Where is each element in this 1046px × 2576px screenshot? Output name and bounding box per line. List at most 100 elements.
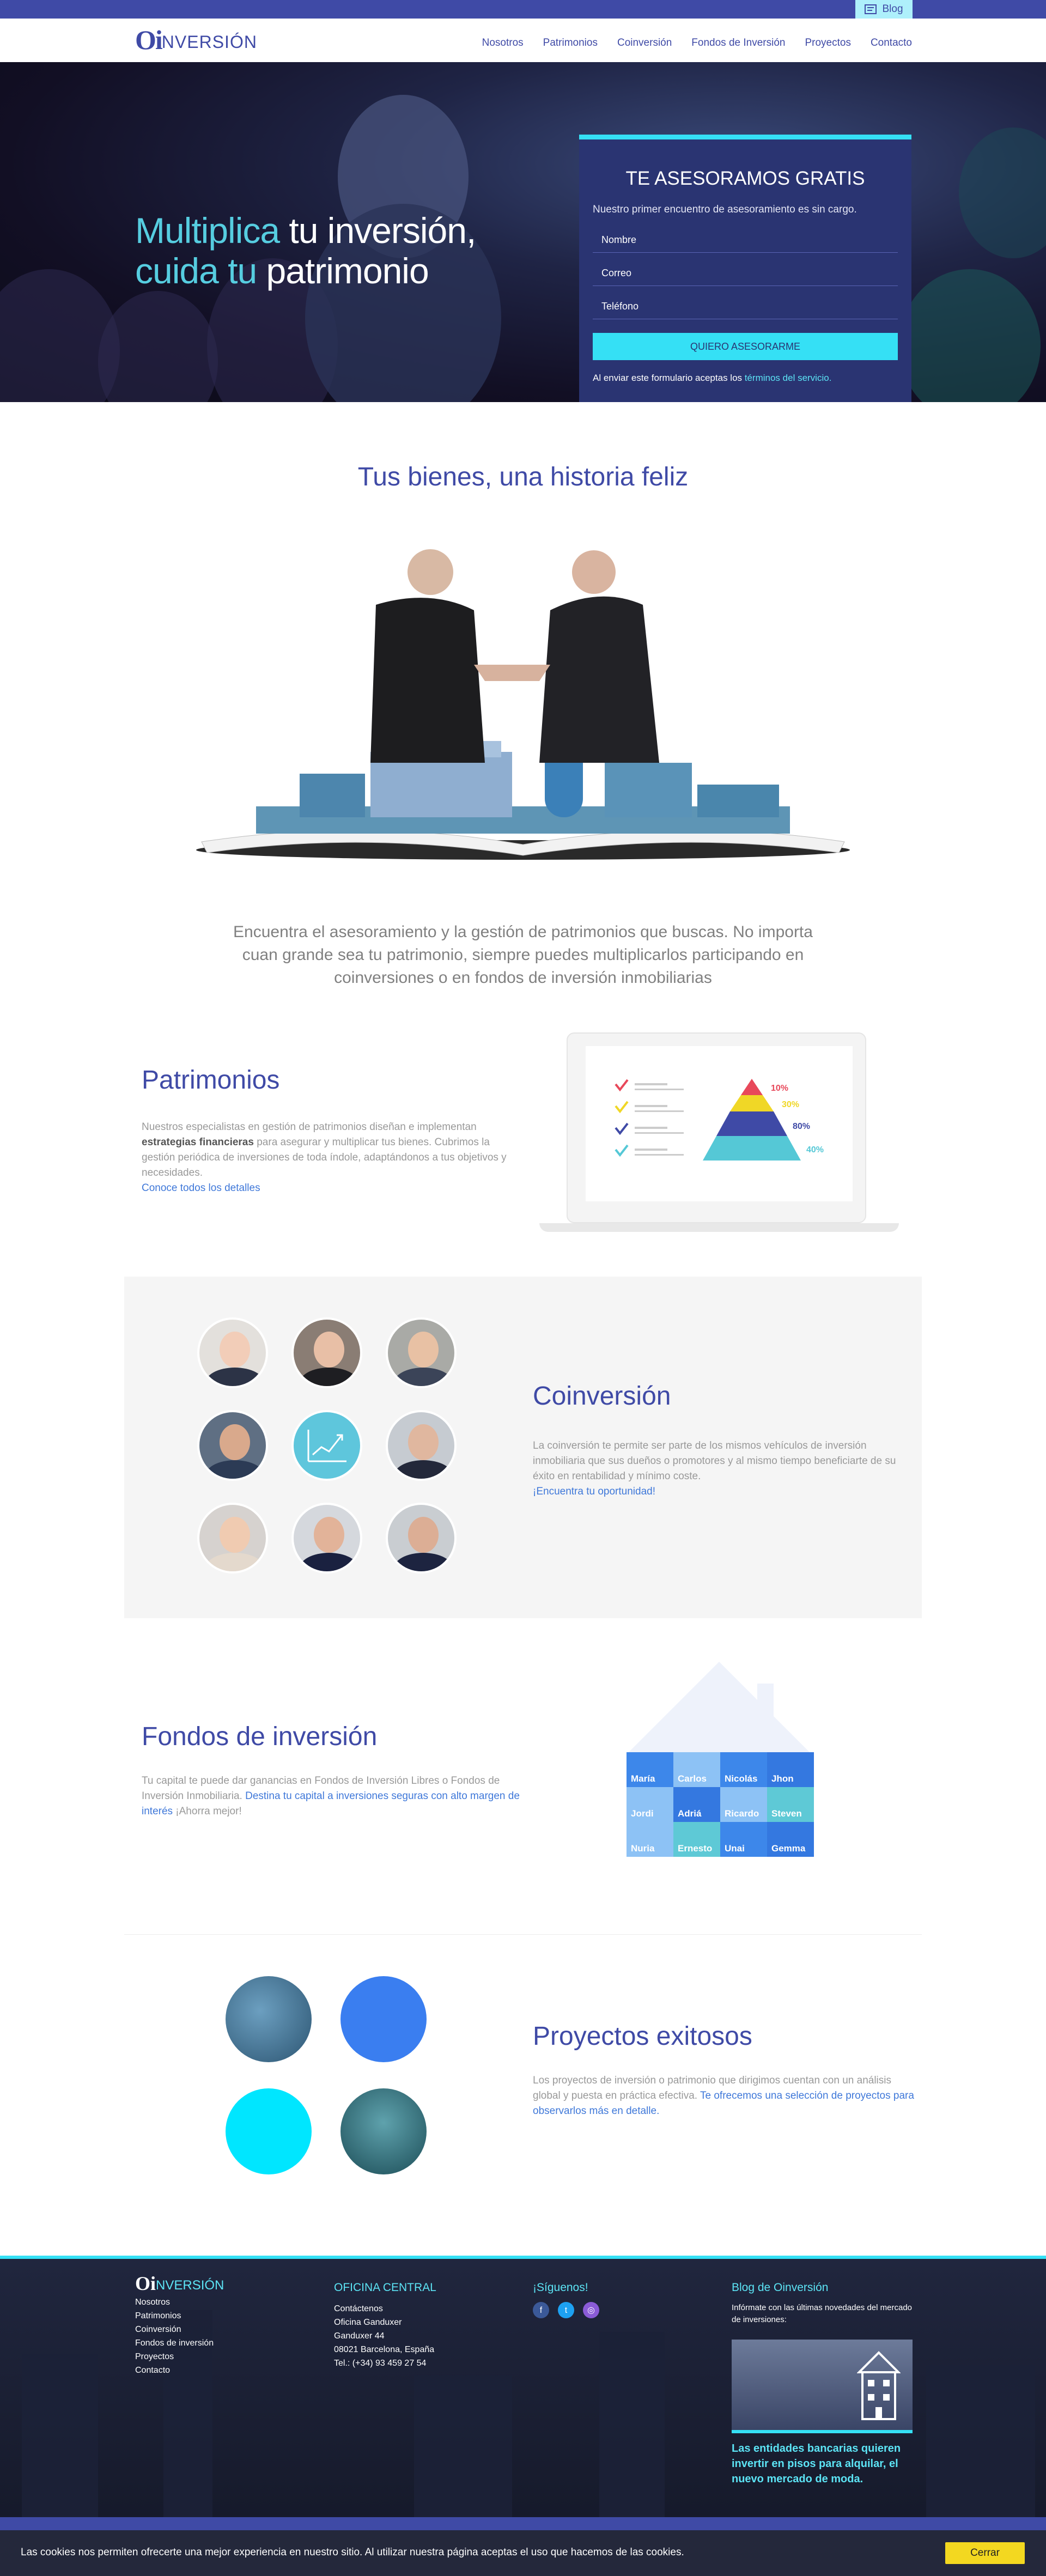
office-title: OFICINA CENTRAL (334, 2281, 436, 2294)
nav-fondos[interactable]: Fondos de Inversión (691, 37, 785, 49)
investor-cell: Gemma (767, 1822, 814, 1857)
legal-text: Al enviar este formulario aceptas los (593, 373, 745, 383)
blog-headline[interactable]: Las entidades bancarias quieren invertir… (732, 2441, 911, 2487)
nav-coinversion[interactable]: Coinversión (617, 37, 672, 49)
avatar (291, 1503, 362, 1573)
nav-contacto[interactable]: Contacto (871, 37, 912, 49)
form-legal: Al enviar este formulario aceptas los té… (593, 373, 831, 384)
footer-building-shape (926, 2365, 1035, 2517)
avatar (197, 1503, 268, 1573)
twitter-icon[interactable]: t (558, 2302, 574, 2318)
pyramid-chart: 10% 30% 80% 40% (615, 1079, 824, 1161)
footer-blog: Blog de Oinversión Infórmate con las últ… (732, 2281, 913, 2485)
handshake-illustration (196, 549, 850, 860)
project-image[interactable] (340, 2088, 427, 2174)
main-header: Oi NVERSIÓN Nosotros Patrimonios Coinver… (0, 19, 1046, 62)
footer-building-shape (414, 2375, 512, 2517)
facebook-icon[interactable]: f (533, 2302, 549, 2318)
footer-nav: Oi NVERSIÓN Nosotros Patrimonios Coinver… (135, 2273, 224, 2377)
patrimonios-title: Patrimonios (142, 1066, 280, 1095)
avatar (197, 1410, 268, 1481)
intro-text: Encuentra el asesoramiento y la gestión … (233, 923, 813, 987)
investor-cell: Ricardo (720, 1787, 767, 1822)
footer-link-coinversion[interactable]: Coinversión (135, 2323, 224, 2336)
investor-cell: Adriá (673, 1787, 720, 1822)
hero-crowd-shape (98, 291, 218, 402)
nav-nosotros[interactable]: Nosotros (482, 37, 524, 49)
instagram-icon[interactable]: ◎ (583, 2302, 599, 2318)
pyramid-label-2: 30% (782, 1100, 799, 1109)
office-line: Contáctenos (334, 2304, 383, 2313)
proyectos-text: Los proyectos de inversión o patrimonio … (533, 2073, 914, 2119)
footer-logo[interactable]: Oi NVERSIÓN (135, 2273, 224, 2294)
pyramid-label-1: 10% (771, 1084, 788, 1093)
phone-field[interactable]: Teléfono (593, 293, 898, 319)
logo[interactable]: Oi NVERSIÓN (135, 25, 257, 55)
footer-link-nosotros[interactable]: Nosotros (135, 2295, 224, 2309)
investor-grid: María Carlos Nicolás Jhon Jordi Adriá Ri… (627, 1752, 814, 1892)
office-line: Oficina Ganduxer (334, 2318, 402, 2327)
main-menu: Nosotros Patrimonios Coinversión Fondos … (482, 37, 912, 49)
nav-proyectos[interactable]: Proyectos (805, 37, 850, 49)
name-field[interactable]: Nombre (593, 227, 898, 253)
cookie-close-button[interactable]: Cerrar (945, 2542, 1025, 2564)
cookie-banner: Las cookies nos permiten ofrecerte una m… (0, 2517, 1046, 2576)
laptop-base (539, 1223, 899, 1232)
investor-cell: Jordi (627, 1787, 673, 1822)
blog-post-image[interactable] (732, 2340, 913, 2433)
blog-label: Blog (882, 3, 903, 15)
hero-crowd-shape (899, 269, 1041, 402)
blog-text: Infórmate con las últimas novedades del … (732, 2303, 913, 2324)
footer-building-shape (22, 2354, 98, 2517)
footer-link-proyectos[interactable]: Proyectos (135, 2350, 224, 2364)
investor-cell: Ernesto (673, 1822, 720, 1857)
coinversion-title: Coinversión (533, 1382, 671, 1411)
submit-button[interactable]: QUIERO ASESORARME (593, 333, 898, 360)
pyramid-label-3: 80% (793, 1122, 810, 1131)
chart-avatar (291, 1410, 362, 1481)
fondos-text: Tu capital te puede dar ganancias en Fon… (142, 1773, 523, 1819)
footer-link-patrimonios[interactable]: Patrimonios (135, 2309, 224, 2323)
nav-patrimonios[interactable]: Patrimonios (543, 37, 598, 49)
hero-line1-rest: tu inversión, (279, 210, 476, 251)
patrimonios-text: Nuestros especialistas en gestión de pat… (142, 1120, 512, 1196)
form-title: TE ASESORAMOS GRATIS (625, 168, 865, 189)
coinversion-link[interactable]: ¡Encuentra tu oportunidad! (533, 1486, 655, 1497)
investor-cell: Nicolás (720, 1752, 767, 1787)
cookie-text: Las cookies nos permiten ofrecerte una m… (21, 2547, 684, 2558)
hero-line1-accent: Multiplica (135, 210, 280, 251)
hero-title: Multiplica tu inversión, cuida tu patrim… (135, 210, 476, 291)
top-bar: Blog (0, 0, 1046, 19)
hero-line2-accent: cuida tu (135, 251, 257, 291)
email-field[interactable]: Correo (593, 260, 898, 286)
investor-cell: Unai (720, 1822, 767, 1857)
avatar (386, 1503, 457, 1573)
footer-link-contacto[interactable]: Contacto (135, 2364, 224, 2377)
patrimonios-link[interactable]: Conoce todos los detalles (142, 1182, 260, 1194)
blog-button[interactable]: Blog (855, 0, 913, 19)
footer-office: OFICINA CENTRAL Contáctenos Oficina Gand… (334, 2281, 436, 2370)
coinversion-text-body: La coinversión te permite ser parte de l… (533, 1440, 896, 1482)
form-subtitle: Nuestro primer encuentro de asesoramient… (593, 204, 857, 215)
coinversion-text: La coinversión te permite ser parte de l… (533, 1438, 903, 1499)
patrimonios-text-bold: estrategias financieras (142, 1137, 254, 1148)
investor-cell: Jhon (767, 1752, 814, 1787)
terms-link[interactable]: términos del servicio. (745, 373, 832, 383)
footer-logo-name: NVERSIÓN (156, 2278, 224, 2293)
investor-cell: María (627, 1752, 673, 1787)
house-roof-shape (627, 1662, 812, 1754)
proyectos-title: Proyectos exitosos (533, 2022, 752, 2051)
footer-link-fondos[interactable]: Fondos de inversión (135, 2336, 224, 2350)
project-image[interactable] (226, 2088, 312, 2174)
footer-social: ¡Síguenos! f t ◎ (533, 2281, 608, 2318)
blog-title: Blog de Oinversión (732, 2281, 829, 2294)
growth-chart-icon (307, 1430, 346, 1462)
footer-logo-oi: Oi (135, 2273, 156, 2294)
patrimonios-text-a: Nuestros especialistas en gestión de pat… (142, 1121, 477, 1133)
avatar (197, 1317, 268, 1388)
advice-form: TE ASESORAMOS GRATIS Nuestro primer encu… (579, 135, 911, 402)
project-image[interactable] (340, 1976, 427, 2062)
project-image[interactable] (226, 1976, 312, 2062)
hero-crowd-shape (959, 127, 1046, 258)
logo-name: NVERSIÓN (161, 32, 257, 52)
